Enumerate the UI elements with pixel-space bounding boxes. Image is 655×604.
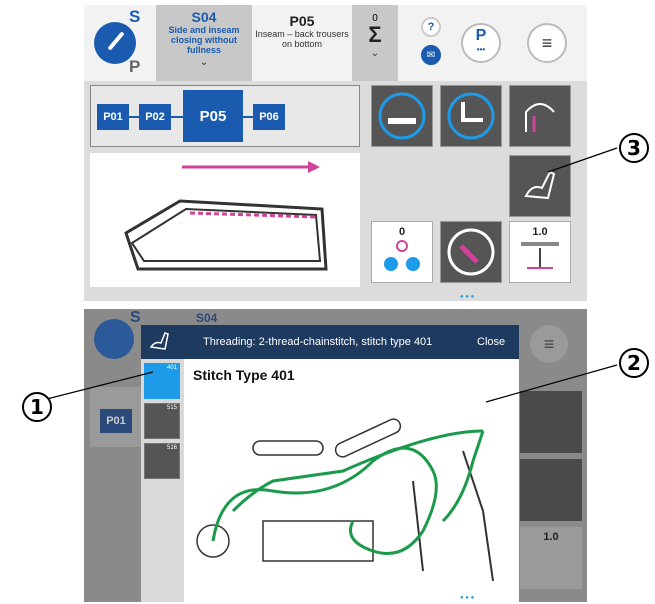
callout-3: 3 bbox=[619, 133, 649, 163]
callout-2: 2 bbox=[619, 348, 649, 378]
callout-1: 1 bbox=[22, 392, 52, 422]
callout-lines bbox=[34, 147, 618, 403]
